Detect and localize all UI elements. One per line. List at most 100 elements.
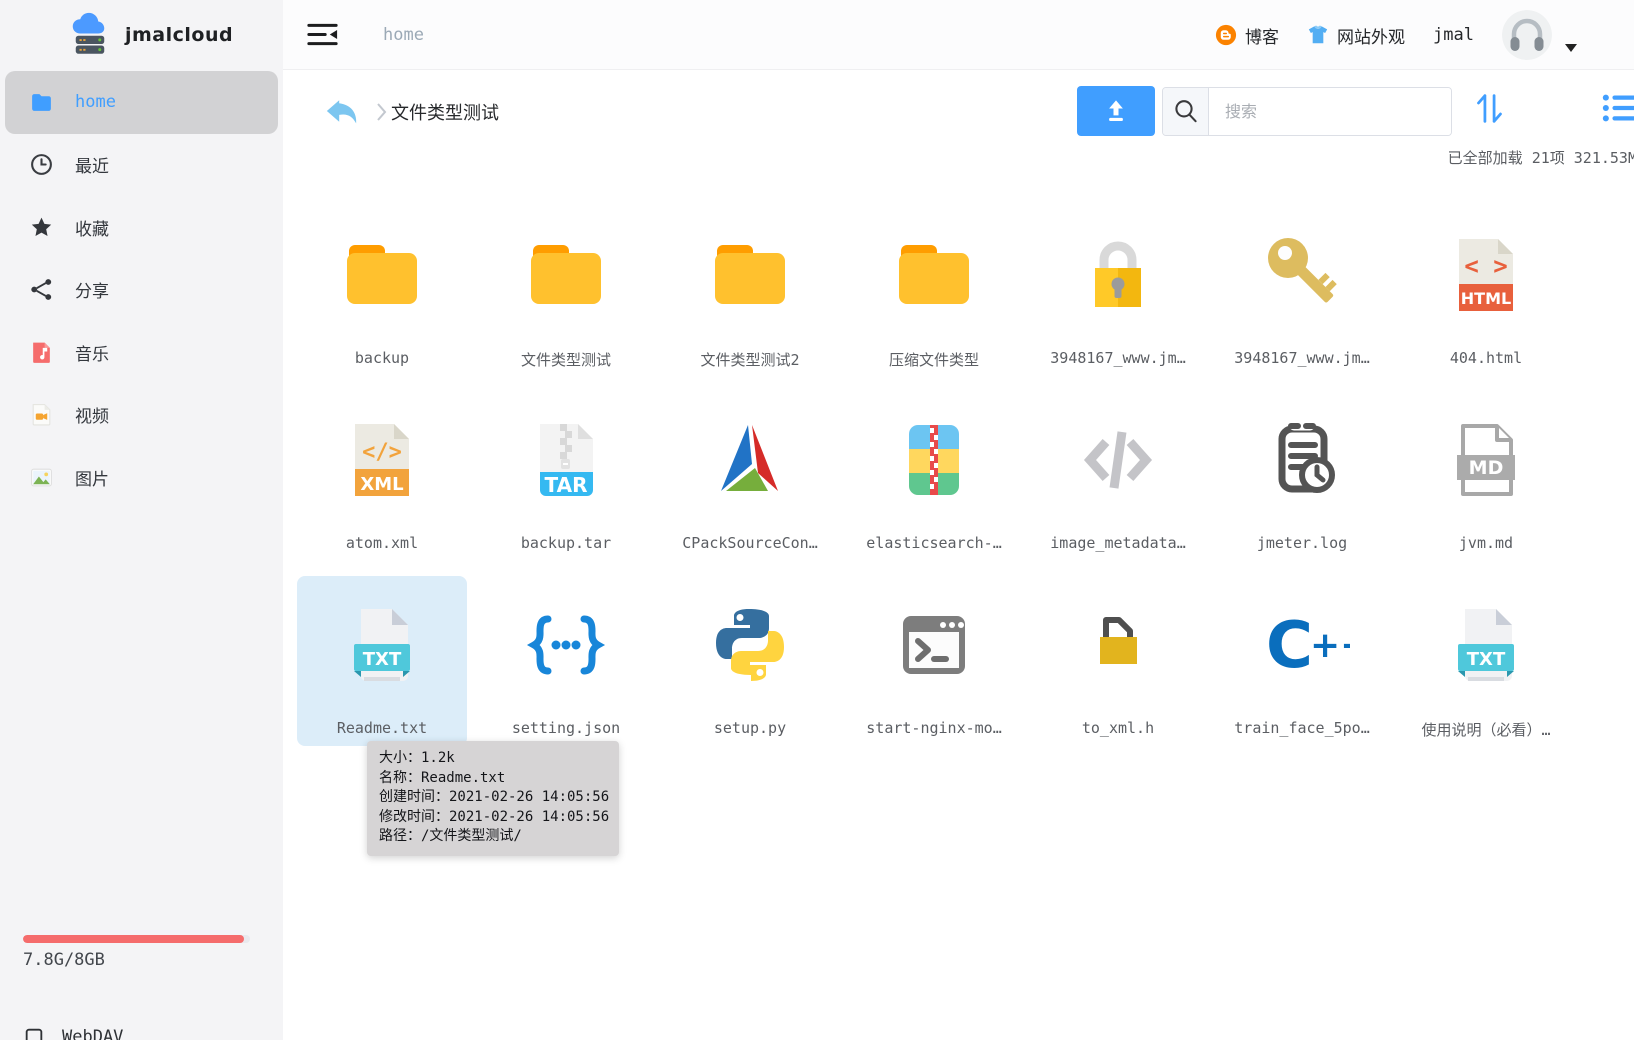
file-item[interactable]: image_metadata… xyxy=(1033,391,1203,561)
tooltip-path: 路径：/文件类型测试/ xyxy=(379,827,607,847)
file-name: 3948167_www.jm… xyxy=(1033,349,1203,367)
cloud-server-logo-icon xyxy=(66,11,114,59)
file-item[interactable]: backup xyxy=(297,206,467,376)
file-name: jvm.md xyxy=(1401,534,1571,552)
sidebar-item-音乐[interactable]: 音乐 xyxy=(5,321,278,384)
tar-icon: TAR xyxy=(518,412,614,508)
file-item[interactable]: 压缩文件类型 xyxy=(849,206,1019,376)
file-item[interactable]: start-nginx-mo… xyxy=(849,576,1019,746)
back-button[interactable] xyxy=(323,94,360,128)
file-item[interactable]: HTML< > 404.html xyxy=(1401,206,1571,376)
image-icon xyxy=(29,465,54,490)
tooltip-modified: 修改时间：2021-02-26 14:05:56 xyxy=(379,808,607,828)
video-icon xyxy=(29,402,54,427)
username: jmal xyxy=(1433,25,1474,45)
log-icon xyxy=(1254,412,1350,508)
svg-text:< >: < > xyxy=(1464,252,1507,280)
md-icon: MD xyxy=(1438,412,1534,508)
file-name: elasticsearch-… xyxy=(849,534,1019,552)
chevron-right-icon xyxy=(375,100,387,124)
file-name: to_xml.h xyxy=(1033,719,1203,737)
file-name: start-nginx-mo… xyxy=(849,719,1019,737)
avatar[interactable] xyxy=(1502,10,1552,60)
file-item[interactable]: MD jvm.md xyxy=(1401,391,1571,561)
tooltip-created: 创建时间：2021-02-26 14:05:56 xyxy=(379,788,607,808)
folder-icon xyxy=(702,227,798,323)
file-name: 404.html xyxy=(1401,349,1571,367)
app-title: jmalcloud xyxy=(125,24,233,46)
file-item[interactable]: setting.json xyxy=(481,576,651,746)
json-icon xyxy=(518,597,614,693)
clock-icon xyxy=(29,152,54,177)
lock-icon xyxy=(1070,227,1166,323)
load-status: 已全部加载 21项 321.53M xyxy=(1448,147,1634,168)
sort-icon[interactable] xyxy=(1473,90,1506,127)
share-icon xyxy=(29,277,54,302)
sidebar-item-最近[interactable]: 最近 xyxy=(5,134,278,197)
svg-text:TAR: TAR xyxy=(545,473,588,497)
svg-text:TXT: TXT xyxy=(363,649,402,670)
file-name: backup xyxy=(297,349,467,367)
file-name: 使用说明（必看）… xyxy=(1401,719,1571,740)
breadcrumb-current[interactable]: 文件类型测试 xyxy=(391,99,499,125)
upload-button[interactable] xyxy=(1077,86,1155,136)
file-item[interactable]: 文件类型测试 xyxy=(481,206,651,376)
file-name: 文件类型测试2 xyxy=(665,349,835,370)
menu-fold-icon[interactable] xyxy=(307,21,338,48)
search-box xyxy=(1162,87,1452,136)
blog-label: 博客 xyxy=(1245,23,1279,48)
file-name: 压缩文件类型 xyxy=(849,349,1019,370)
file-item[interactable]: CPackSourceCon… xyxy=(665,391,835,561)
main-panel: home 博客 网站外观 jmal 文件类型测试 xyxy=(283,0,1634,1040)
sidebar-item-收藏[interactable]: 收藏 xyxy=(5,196,278,259)
storage-progress-fill xyxy=(23,935,244,943)
sidebar-item-home[interactable]: home xyxy=(5,71,278,134)
file-item[interactable]: to_xml.h xyxy=(1033,576,1203,746)
file-name: setup.py xyxy=(665,719,835,737)
file-item[interactable]: TAR backup.tar xyxy=(481,391,651,561)
html-icon: HTML< > xyxy=(1438,227,1534,323)
file-name: 3948167_www.jm… xyxy=(1217,349,1387,367)
sidebar-item-分享[interactable]: 分享 xyxy=(5,259,278,322)
file-item[interactable]: jmeter.log xyxy=(1217,391,1387,561)
sidebar-item-视频[interactable]: 视频 xyxy=(5,384,278,447)
file-grid: backup 文件类型测试 文件类型测试2 压缩文件类型 3948167_www… xyxy=(297,206,1571,746)
music-icon xyxy=(29,340,54,365)
file-name: backup.tar xyxy=(481,534,651,552)
storage-widget: 7.8G/8GB xyxy=(23,935,250,970)
folder-icon xyxy=(518,227,614,323)
search-input[interactable] xyxy=(1209,88,1451,135)
key-icon xyxy=(1254,227,1350,323)
caret-down-icon[interactable] xyxy=(1565,44,1577,52)
svg-text:C: C xyxy=(1266,609,1313,683)
webdav-icon xyxy=(23,1026,45,1040)
cmake-icon xyxy=(702,412,798,508)
txt-icon: TXT xyxy=(334,597,430,693)
svg-text:MD: MD xyxy=(1469,457,1504,479)
site-appearance-link[interactable]: 网站外观 xyxy=(1307,23,1405,48)
list-view-icon[interactable] xyxy=(1601,91,1634,125)
file-item[interactable]: TXT 使用说明（必看）… xyxy=(1401,576,1571,746)
python-icon xyxy=(702,597,798,693)
file-item[interactable]: setup.py xyxy=(665,576,835,746)
blog-link[interactable]: 博客 xyxy=(1215,23,1279,48)
storage-usage-text: 7.8G/8GB xyxy=(23,950,250,970)
star-icon xyxy=(29,215,54,240)
file-item[interactable]: XML</> atom.xml xyxy=(297,391,467,561)
file-item[interactable]: elasticsearch-… xyxy=(849,391,1019,561)
topbar-right: 博客 网站外观 jmal xyxy=(1215,0,1552,70)
sidebar-item-webdav[interactable]: WebDAV xyxy=(23,1026,123,1040)
app-logo[interactable]: jmalcloud xyxy=(0,0,283,70)
breadcrumb-root[interactable]: home xyxy=(383,0,424,70)
tooltip-name: 名称：Readme.txt xyxy=(379,769,607,789)
file-item[interactable]: 3948167_www.jm… xyxy=(1217,206,1387,376)
sidebar-item-图片[interactable]: 图片 xyxy=(5,446,278,509)
file-item[interactable]: TXT Readme.txt xyxy=(297,576,467,746)
search-icon[interactable] xyxy=(1163,88,1209,135)
file-item[interactable]: 3948167_www.jm… xyxy=(1033,206,1203,376)
file-item[interactable]: C++ train_face_5po… xyxy=(1217,576,1387,746)
jmalcloud-app: jmalcloud home 最近 收藏 分享 音乐 视频 图片 7.8G/8G… xyxy=(0,0,1634,1040)
tshirt-icon xyxy=(1307,24,1329,46)
file-name: Readme.txt xyxy=(297,719,467,737)
file-item[interactable]: 文件类型测试2 xyxy=(665,206,835,376)
